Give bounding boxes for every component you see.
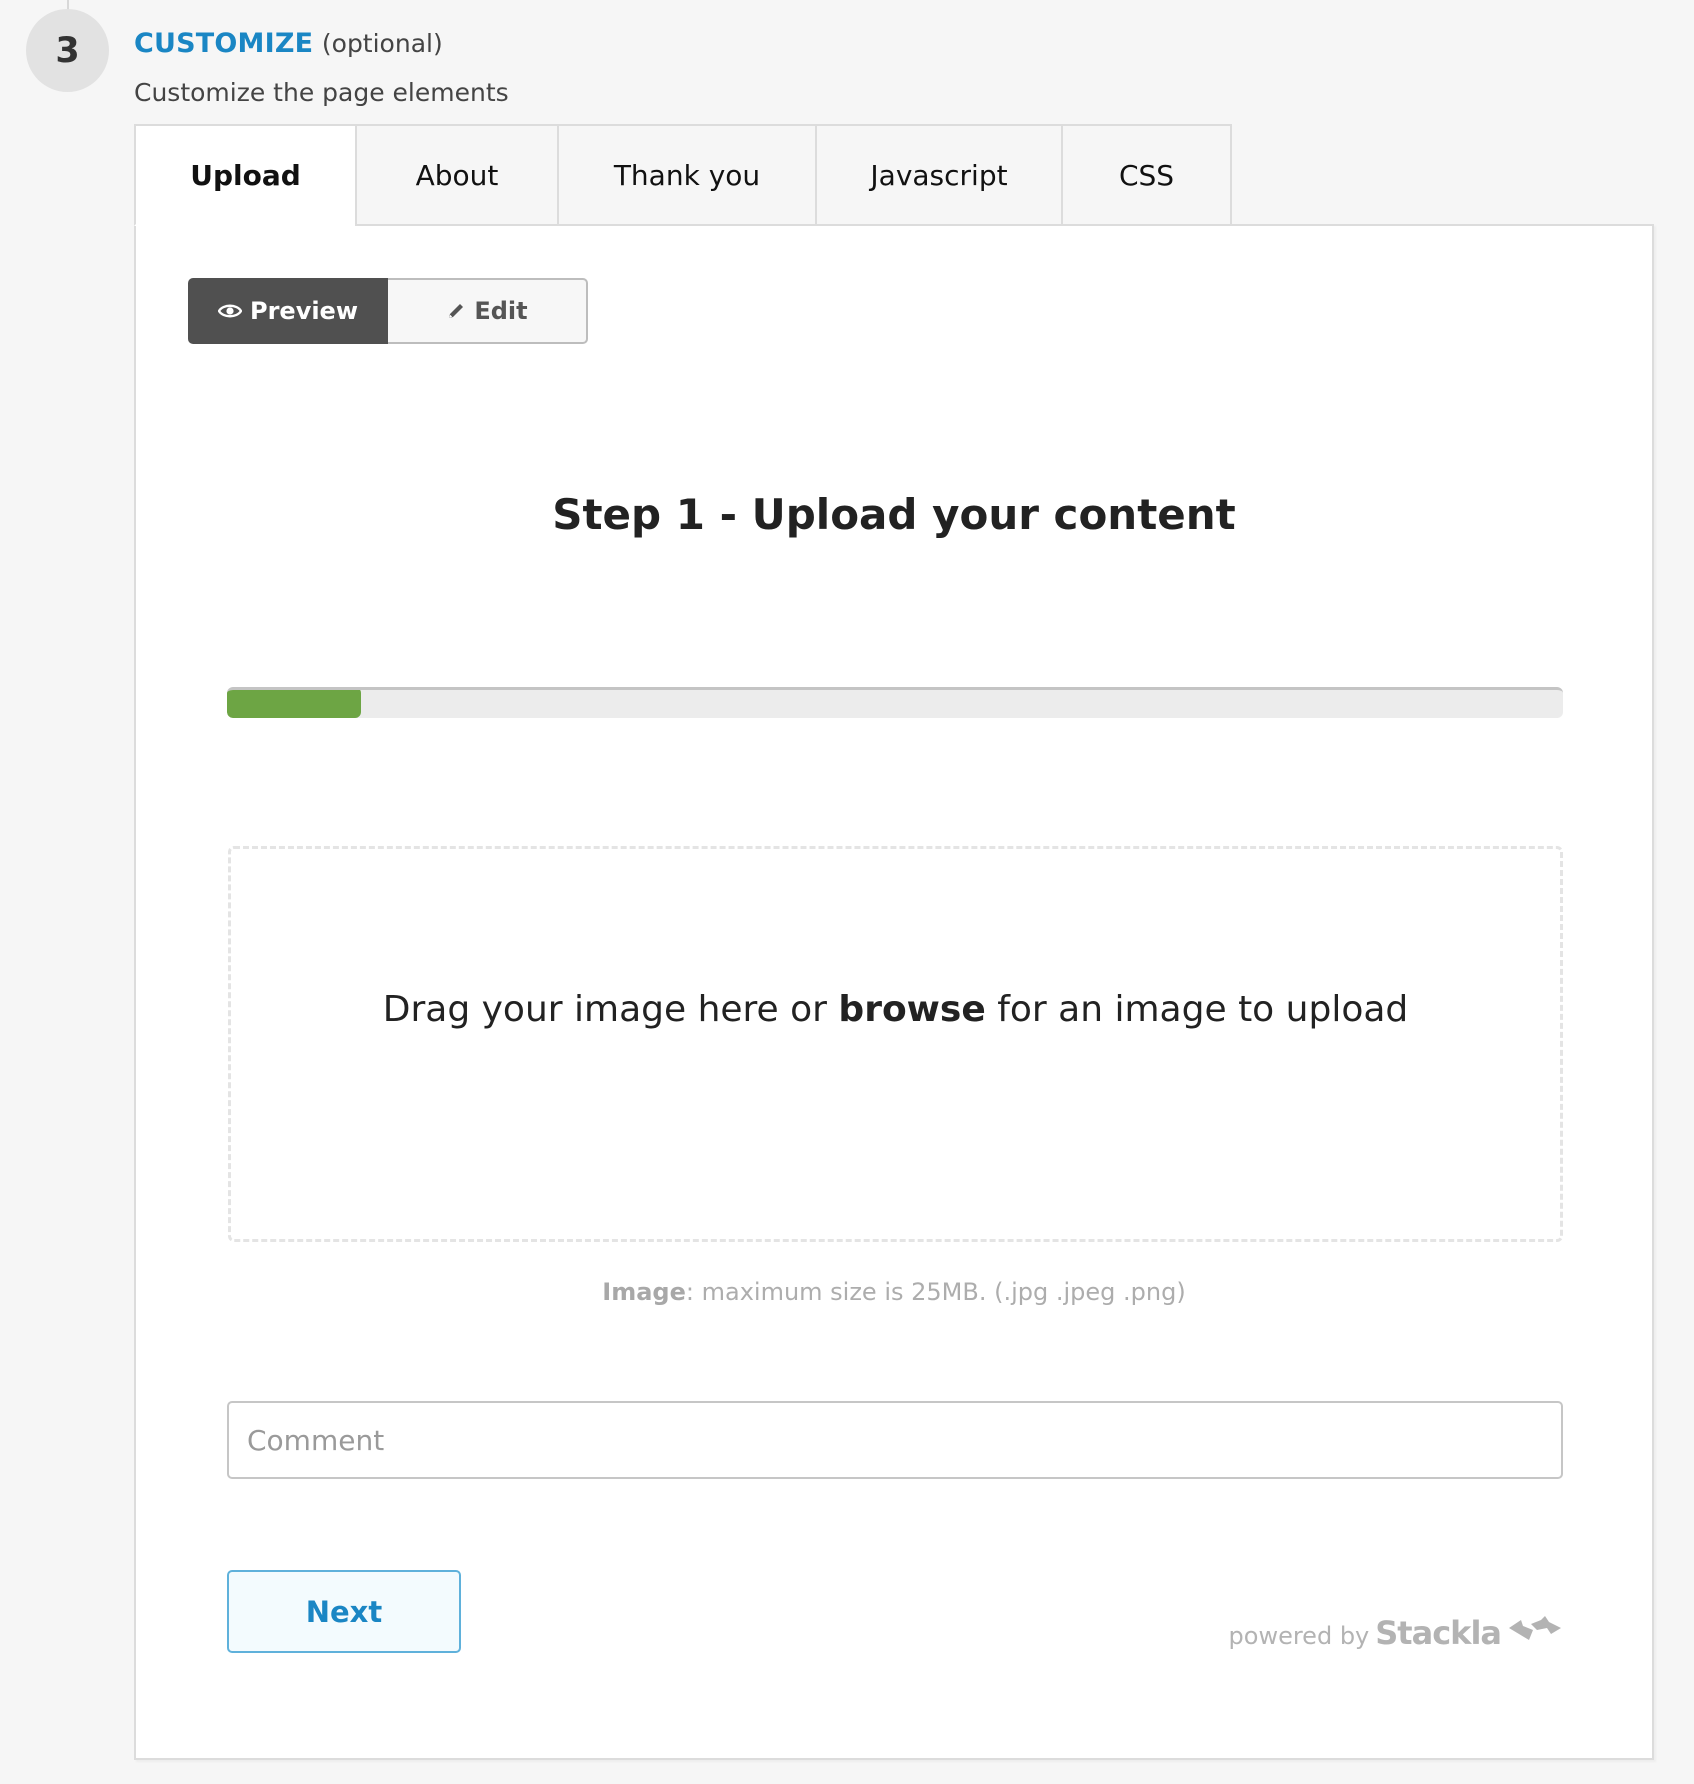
step-number: 3 bbox=[55, 30, 80, 71]
stackla-logo-icon bbox=[1507, 1616, 1563, 1648]
powered-by-text: powered by bbox=[1228, 1622, 1370, 1650]
eye-icon bbox=[217, 303, 242, 319]
tab-label: Thank you bbox=[613, 158, 761, 192]
edit-button[interactable]: Edit bbox=[388, 278, 588, 344]
edit-label: Edit bbox=[474, 297, 528, 325]
tab-javascript[interactable]: Javascript bbox=[815, 124, 1061, 226]
powered-by-stackla: powered by Stackla bbox=[1229, 1614, 1563, 1652]
tab-about[interactable]: About bbox=[355, 124, 557, 226]
tab-label: Javascript bbox=[870, 158, 1008, 192]
tab-thank-you[interactable]: Thank you bbox=[557, 124, 815, 226]
upload-progress-fill bbox=[227, 690, 361, 718]
stackla-brand: Stackla bbox=[1375, 1614, 1502, 1652]
tab-label: CSS bbox=[1118, 158, 1175, 192]
dropzone-text: Drag your image here or browse for an im… bbox=[383, 989, 1409, 1030]
browse-link[interactable]: browse bbox=[838, 989, 985, 1030]
next-button[interactable]: Next bbox=[227, 1570, 461, 1653]
comment-input[interactable] bbox=[227, 1401, 1563, 1479]
tab-label: About bbox=[415, 158, 499, 192]
upload-hint-text: : maximum size is 25MB. (.jpg .jpeg .png… bbox=[685, 1278, 1186, 1306]
tab-css[interactable]: CSS bbox=[1061, 124, 1232, 226]
upload-hint-label: Image bbox=[602, 1278, 686, 1306]
step-title-main: CUSTOMIZE bbox=[134, 28, 314, 59]
step-title-optional: (optional) bbox=[321, 29, 443, 58]
image-dropzone[interactable]: Drag your image here or browse for an im… bbox=[228, 846, 1563, 1242]
customize-tabs: Upload About Thank you Javascript CSS bbox=[134, 124, 1232, 226]
preview-edit-toggle: Preview Edit bbox=[188, 278, 588, 344]
preview-button[interactable]: Preview bbox=[188, 278, 388, 344]
step-number-badge: 3 bbox=[26, 9, 109, 92]
dropzone-text-after: for an image to upload bbox=[985, 988, 1409, 1030]
step-subtitle: Customize the page elements bbox=[134, 78, 509, 107]
tab-upload[interactable]: Upload bbox=[134, 124, 355, 226]
dropzone-text-before: Drag your image here or bbox=[382, 988, 839, 1030]
customize-panel: Preview Edit Step 1 - Upload your conten… bbox=[134, 224, 1654, 1760]
pencil-icon bbox=[446, 301, 466, 321]
tab-label: Upload bbox=[190, 158, 301, 192]
step-title: CUSTOMIZE (optional) bbox=[134, 28, 443, 59]
preview-label: Preview bbox=[249, 297, 359, 325]
upload-step-heading: Step 1 - Upload your content bbox=[552, 490, 1236, 539]
upload-progress-bar bbox=[227, 687, 1563, 718]
upload-hint: Image: maximum size is 25MB. (.jpg .jpeg… bbox=[136, 1278, 1652, 1306]
